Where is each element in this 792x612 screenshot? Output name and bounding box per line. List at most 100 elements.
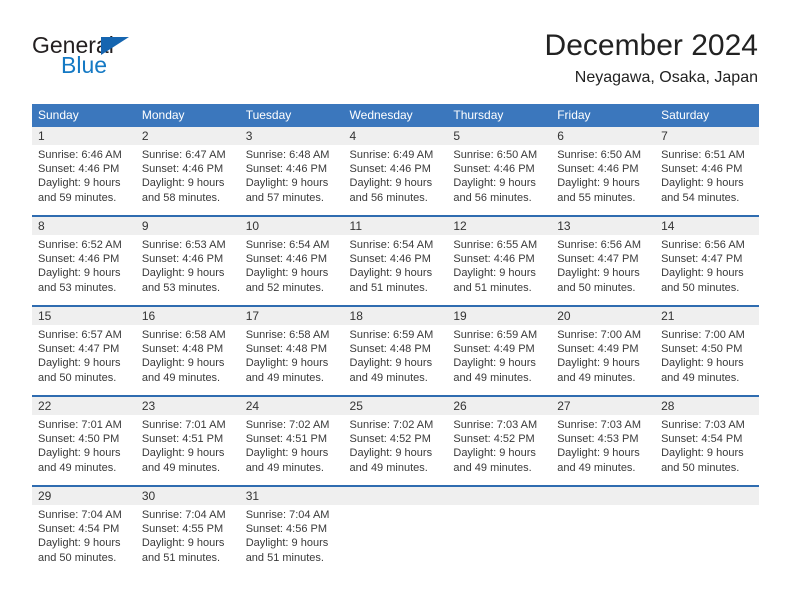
day-cell-inner: 10 Sunrise: 6:54 AM Sunset: 4:46 PM Dayligh…	[239, 217, 344, 305]
day-details: Sunrise: 7:03 AM Sunset: 4:52 PM Daylight:…	[447, 415, 551, 475]
sunrise-time: Sunrise: 6:56 AM	[661, 239, 745, 251]
calendar-day-cell[interactable]: 7 Sunrise: 6:51 AM Sunset: 4:46 PM Daylight…	[655, 127, 759, 216]
daylight-duration-line1: Daylight: 9 hours	[453, 177, 536, 190]
day-cell-inner: 31 Sunrise: 7:04 AM Sunset: 4:56 PM Dayligh…	[239, 487, 344, 575]
sunrise-time: Sunrise: 6:50 AM	[453, 149, 538, 161]
calendar-day-cell[interactable]: 28 Sunrise: 7:03 AM Sunset: 4:54 PM Dayligh…	[655, 395, 759, 486]
sunrise-time: Sunrise: 7:00 AM	[661, 329, 745, 341]
calendar-day-cell[interactable]: 20 Sunrise: 7:00 AM Sunset: 4:49 PM Dayligh…	[551, 305, 656, 396]
weekday-header-saturday: Saturday	[655, 104, 759, 127]
daylight-duration-line1: Daylight: 9 hours	[38, 537, 121, 550]
day-number: 22	[32, 397, 136, 415]
sunrise-time: Sunrise: 7:01 AM	[38, 419, 122, 431]
daylight-duration-line2: and 49 minutes.	[661, 371, 740, 384]
day-number: 2	[135, 127, 240, 145]
calendar-day-cell[interactable]: 4 Sunrise: 6:49 AM Sunset: 4:46 PM Daylight…	[343, 127, 448, 216]
day-details: Sunrise: 6:59 AM Sunset: 4:49 PM Daylight:…	[447, 325, 551, 385]
daylight-duration-line1: Daylight: 9 hours	[349, 177, 433, 190]
calendar-cell-empty	[343, 485, 448, 575]
calendar-day-cell[interactable]: 6 Sunrise: 6:50 AM Sunset: 4:46 PM Daylight…	[551, 127, 656, 216]
day-number: 21	[655, 307, 759, 325]
sunset-time: Sunset: 4:46 PM	[38, 253, 120, 266]
day-details: Sunrise: 7:04 AM Sunset: 4:55 PM Daylight:…	[136, 505, 240, 565]
title-block: December 2024 Neyagawa, Osaka, Japan	[545, 28, 758, 88]
weekday-header-monday: Monday	[135, 104, 240, 127]
calendar-day-cell[interactable]: 13 Sunrise: 6:56 AM Sunset: 4:47 PM Dayligh…	[551, 215, 656, 306]
sunset-time: Sunset: 4:49 PM	[557, 343, 639, 356]
day-number: 6	[551, 127, 656, 145]
daylight-duration-line2: and 55 minutes.	[557, 191, 636, 204]
day-details: Sunrise: 7:01 AM Sunset: 4:51 PM Daylight:…	[136, 415, 240, 475]
sunrise-time: Sunrise: 6:51 AM	[661, 149, 745, 161]
calendar-day-cell[interactable]: 23 Sunrise: 7:01 AM Sunset: 4:51 PM Dayligh…	[135, 395, 240, 486]
calendar-day-cell[interactable]: 26 Sunrise: 7:03 AM Sunset: 4:52 PM Dayligh…	[447, 395, 552, 486]
calendar-day-cell[interactable]: 9 Sunrise: 6:53 AM Sunset: 4:46 PM Daylight…	[135, 215, 240, 306]
day-details: Sunrise: 6:59 AM Sunset: 4:48 PM Daylight:…	[344, 325, 448, 385]
calendar-day-cell[interactable]: 31 Sunrise: 7:04 AM Sunset: 4:56 PM Dayligh…	[239, 485, 344, 575]
daylight-duration-line2: and 50 minutes.	[557, 281, 636, 294]
calendar-day-cell[interactable]: 8 Sunrise: 6:52 AM Sunset: 4:46 PM Daylight…	[32, 215, 136, 306]
calendar-day-cell[interactable]: 5 Sunrise: 6:50 AM Sunset: 4:46 PM Daylight…	[447, 127, 552, 216]
day-number: 10	[239, 217, 344, 235]
day-details: Sunrise: 6:58 AM Sunset: 4:48 PM Daylight:…	[136, 325, 240, 385]
day-cell-inner: 20 Sunrise: 7:00 AM Sunset: 4:49 PM Dayligh…	[551, 307, 656, 395]
calendar-day-cell[interactable]: 22 Sunrise: 7:01 AM Sunset: 4:50 PM Dayligh…	[32, 395, 136, 486]
logo-text-blue: Blue	[61, 52, 108, 78]
daylight-duration-line1: Daylight: 9 hours	[349, 447, 433, 460]
calendar-day-cell[interactable]: 19 Sunrise: 6:59 AM Sunset: 4:49 PM Dayligh…	[447, 305, 552, 396]
sunrise-time: Sunrise: 6:58 AM	[141, 329, 226, 341]
calendar-day-cell[interactable]: 15 Sunrise: 6:57 AM Sunset: 4:47 PM Dayligh…	[32, 305, 136, 396]
daylight-duration-line2: and 51 minutes.	[349, 281, 428, 294]
daylight-duration-line1: Daylight: 9 hours	[141, 537, 225, 550]
daylight-duration-line1: Daylight: 9 hours	[453, 357, 536, 370]
calendar-day-cell[interactable]: 3 Sunrise: 6:48 AM Sunset: 4:46 PM Daylight…	[239, 127, 344, 216]
calendar-day-cell[interactable]: 1 Sunrise: 6:46 AM Sunset: 4:46 PM Daylight…	[32, 127, 136, 216]
calendar-day-cell[interactable]: 17 Sunrise: 6:58 AM Sunset: 4:48 PM Dayligh…	[239, 305, 344, 396]
sunrise-time: Sunrise: 6:54 AM	[245, 239, 330, 251]
day-cell-inner: 12 Sunrise: 6:55 AM Sunset: 4:46 PM Dayligh…	[447, 217, 552, 305]
day-cell-inner: 14 Sunrise: 6:56 AM Sunset: 4:47 PM Dayligh…	[655, 217, 759, 305]
calendar-day-cell[interactable]: 27 Sunrise: 7:03 AM Sunset: 4:53 PM Dayligh…	[551, 395, 656, 486]
day-cell-inner: 19 Sunrise: 6:59 AM Sunset: 4:49 PM Dayligh…	[447, 307, 552, 395]
sunrise-time: Sunrise: 7:04 AM	[38, 509, 122, 521]
daylight-duration-line2: and 49 minutes.	[38, 461, 117, 474]
calendar-day-cell[interactable]: 14 Sunrise: 6:56 AM Sunset: 4:47 PM Dayligh…	[655, 215, 759, 306]
calendar-day-cell[interactable]: 21 Sunrise: 7:00 AM Sunset: 4:50 PM Dayligh…	[655, 305, 759, 396]
day-details: Sunrise: 6:54 AM Sunset: 4:46 PM Daylight:…	[344, 235, 448, 295]
calendar-day-cell[interactable]: 30 Sunrise: 7:04 AM Sunset: 4:55 PM Dayligh…	[135, 485, 240, 575]
calendar-day-cell[interactable]: 16 Sunrise: 6:58 AM Sunset: 4:48 PM Dayligh…	[135, 305, 240, 396]
calendar-day-cell[interactable]: 10 Sunrise: 6:54 AM Sunset: 4:46 PM Dayligh…	[239, 215, 344, 306]
sunrise-time: Sunrise: 6:56 AM	[557, 239, 641, 251]
daylight-duration-line1: Daylight: 9 hours	[245, 357, 329, 370]
weekday-header-sunday: Sunday	[32, 104, 136, 127]
day-details: Sunrise: 6:57 AM Sunset: 4:47 PM Daylight:…	[32, 325, 136, 385]
calendar-day-cell[interactable]: 29 Sunrise: 7:04 AM Sunset: 4:54 PM Dayligh…	[32, 485, 136, 575]
day-cell-inner: 1 Sunrise: 6:46 AM Sunset: 4:46 PM Daylight…	[32, 127, 136, 215]
calendar-day-cell[interactable]: 2 Sunrise: 6:47 AM Sunset: 4:46 PM Daylight…	[135, 127, 240, 216]
sunset-time: Sunset: 4:46 PM	[453, 163, 535, 176]
daylight-duration-line2: and 49 minutes.	[245, 461, 324, 474]
calendar-day-cell[interactable]: 11 Sunrise: 6:54 AM Sunset: 4:46 PM Dayligh…	[343, 215, 448, 306]
daylight-duration-line1: Daylight: 9 hours	[38, 177, 121, 190]
day-details: Sunrise: 6:55 AM Sunset: 4:46 PM Daylight:…	[447, 235, 551, 295]
sunset-time: Sunset: 4:52 PM	[453, 433, 535, 446]
daylight-duration-line2: and 56 minutes.	[349, 191, 428, 204]
calendar-week-row: 8 Sunrise: 6:52 AM Sunset: 4:46 PM Daylight…	[32, 215, 759, 306]
day-details: Sunrise: 6:56 AM Sunset: 4:47 PM Daylight:…	[655, 235, 759, 295]
daylight-duration-line2: and 49 minutes.	[245, 371, 324, 384]
day-cell-inner: 4 Sunrise: 6:49 AM Sunset: 4:46 PM Daylight…	[343, 127, 448, 215]
day-details: Sunrise: 7:03 AM Sunset: 4:53 PM Daylight:…	[551, 415, 655, 475]
day-details: Sunrise: 7:04 AM Sunset: 4:54 PM Daylight:…	[32, 505, 136, 565]
generalblue-logo[interactable]: General Blue	[32, 34, 222, 90]
day-cell-inner: 23 Sunrise: 7:01 AM Sunset: 4:51 PM Dayligh…	[135, 397, 240, 485]
daylight-duration-line2: and 51 minutes.	[453, 281, 532, 294]
calendar-cell-empty	[447, 485, 552, 575]
day-details: Sunrise: 6:58 AM Sunset: 4:48 PM Daylight:…	[240, 325, 344, 385]
daylight-duration-line1: Daylight: 9 hours	[453, 267, 536, 280]
day-number: 17	[239, 307, 344, 325]
day-cell-inner: 18 Sunrise: 6:59 AM Sunset: 4:48 PM Dayligh…	[343, 307, 448, 395]
calendar-day-cell[interactable]: 24 Sunrise: 7:02 AM Sunset: 4:51 PM Dayligh…	[239, 395, 344, 486]
calendar-day-cell[interactable]: 18 Sunrise: 6:59 AM Sunset: 4:48 PM Dayligh…	[343, 305, 448, 396]
calendar-day-cell[interactable]: 12 Sunrise: 6:55 AM Sunset: 4:46 PM Dayligh…	[447, 215, 552, 306]
calendar-day-cell[interactable]: 25 Sunrise: 7:02 AM Sunset: 4:52 PM Dayligh…	[343, 395, 448, 486]
